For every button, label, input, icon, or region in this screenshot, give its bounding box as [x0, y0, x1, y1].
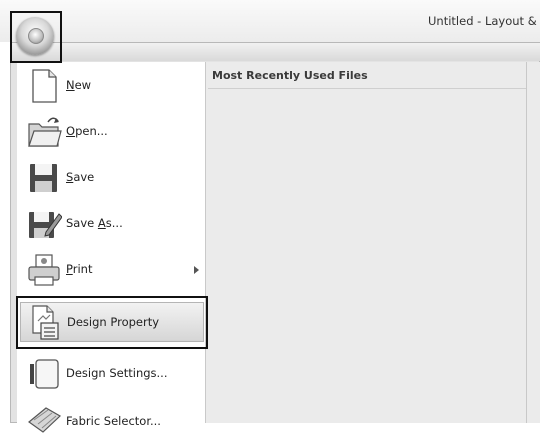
menu-item-open[interactable]: Open... — [20, 112, 204, 152]
printer-icon — [28, 254, 60, 286]
pane-divider — [526, 62, 527, 423]
menu-item-label: Fabric Selector... — [66, 414, 161, 428]
submenu-arrow-icon — [194, 266, 199, 274]
menu-item-save[interactable]: Save — [20, 158, 204, 198]
application-button-highlight — [10, 11, 62, 63]
menu-top-strip — [11, 43, 540, 61]
menu-item-label: Open... — [66, 124, 108, 138]
new-document-icon — [32, 69, 57, 103]
menu-item-label: Save — [66, 170, 95, 184]
recent-files-pane — [206, 62, 540, 423]
menu-item-print[interactable]: Print — [20, 250, 204, 290]
save-as-icon — [29, 212, 62, 238]
title-bar: Untitled - Layout & — [0, 0, 540, 42]
recent-files-title: Most Recently Used Files — [212, 69, 368, 82]
menu-item-label: Save As... — [66, 216, 123, 230]
open-folder-icon — [28, 117, 62, 147]
menu-item-design-settings[interactable]: Design Settings... — [20, 354, 204, 394]
menu-item-fabric-selector[interactable]: Fabric Selector... — [20, 402, 204, 442]
menu-item-new[interactable]: New — [20, 66, 204, 106]
design-settings-icon — [30, 359, 59, 389]
window-title: Untitled - Layout & — [428, 14, 537, 28]
menu-item-save-as[interactable]: Save As... — [20, 204, 204, 244]
menu-item-label: New — [66, 78, 92, 92]
design-property-highlight — [16, 296, 208, 349]
menu-item-label: Design Settings... — [66, 366, 168, 380]
fabric-selector-icon — [28, 407, 62, 433]
menu-item-label: Print — [66, 262, 93, 276]
recent-files-separator — [208, 88, 526, 89]
save-disk-icon — [30, 164, 57, 192]
